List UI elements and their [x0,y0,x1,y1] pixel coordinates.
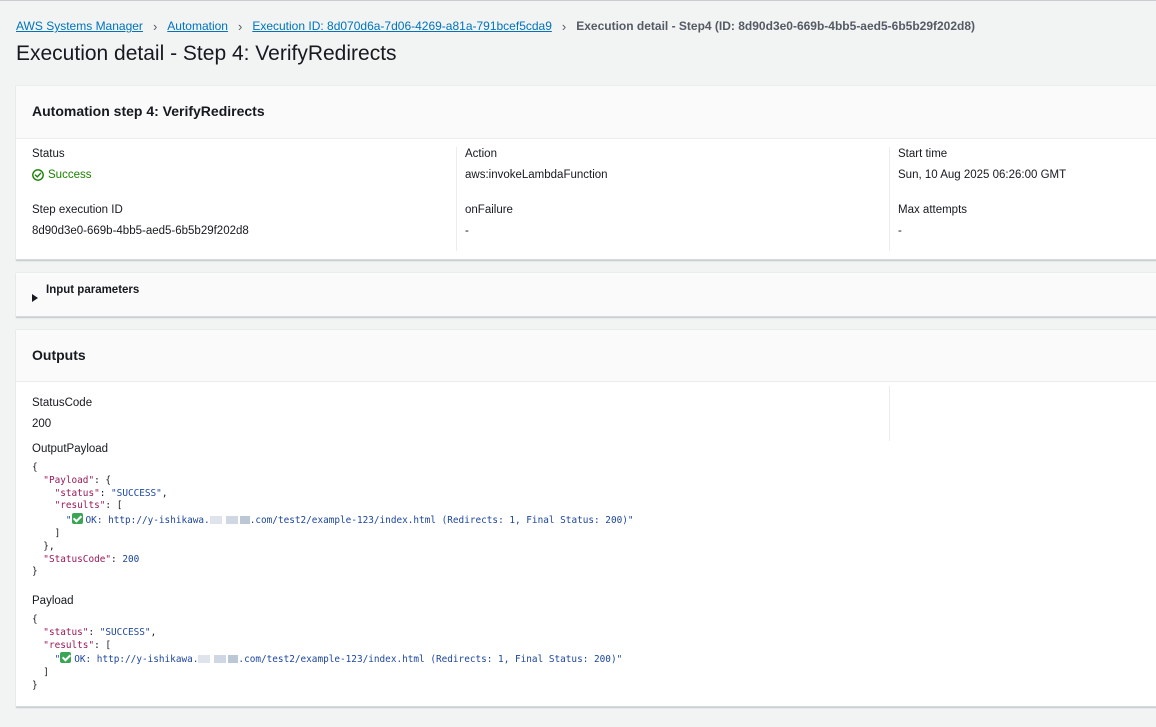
input-parameters-panel: Input parameters [16,272,1156,317]
check-mark-icon [71,513,83,525]
status-code-value: 200 [32,418,52,430]
details-column-2: Action aws:invokeLambdaFunction onFailur… [456,147,890,251]
status-code-label: StatusCode [32,397,93,409]
input-parameters-label: Input parameters [46,284,140,296]
start-time-label: Start time [898,148,948,160]
onfailure-value: - [465,225,469,237]
output-payload-block: OutputPayload [32,442,108,456]
chevron-right-icon: › [152,18,158,34]
output-payload-label: OutputPayload [32,443,109,455]
step-details-panel: Automation step 4: VerifyRedirects Statu… [16,85,1156,260]
breadcrumb: AWS Systems Manager › Automation › Execu… [16,18,975,34]
breadcrumb-link-automation[interactable]: Automation [167,19,228,33]
status-code-block: StatusCode 200 [32,396,92,431]
outputs-column-divider [889,386,890,441]
page-title: Execution detail - Step 4: VerifyRedirec… [16,42,397,65]
status-badge: Success [32,168,456,182]
status-value: Success [48,169,92,181]
redacted-text [209,516,250,525]
details-column-3: Start time Sun, 10 Aug 2025 06:26:00 GMT… [889,147,1156,251]
step-execution-id-label: Step execution ID [32,204,123,216]
action-label: Action [465,148,497,160]
step-details-header: Automation step 4: VerifyRedirects [16,86,1156,139]
output-payload-json: { "Payload": { "status": "SUCCESS", "res… [32,462,634,578]
check-mark-icon [60,652,72,664]
input-parameters-toggle[interactable]: Input parameters [32,284,139,302]
redacted-text [198,655,239,664]
breadcrumb-link-execution[interactable]: Execution ID: 8d070d6a-7d06-4269-a81a-79… [252,19,552,33]
outputs-header: Outputs [16,330,1156,382]
start-time-value: Sun, 10 Aug 2025 06:26:00 GMT [898,169,1067,181]
caret-right-icon [32,294,38,302]
details-column-1: Status Success Step execution ID 8d90d3e… [32,147,456,251]
outputs-panel: Outputs StatusCode 200 OutputPayload { "… [16,329,1156,707]
top-divider [0,0,1156,1]
chevron-right-icon: › [561,18,567,34]
max-attempts-label: Max attempts [898,204,968,216]
chevron-right-icon: › [237,18,243,34]
status-label: Status [32,148,65,160]
payload-label: Payload [32,595,74,607]
outputs-title: Outputs [32,347,86,363]
payload-json: { "status": "SUCCESS", "results": [ " OK:… [32,614,623,691]
max-attempts-value: - [898,225,902,237]
step-details-title: Automation step 4: VerifyRedirects [32,103,265,119]
onfailure-label: onFailure [465,204,513,216]
breadcrumb-current: Execution detail - Step4 (ID: 8d90d3e0-6… [576,19,976,33]
check-circle-icon [32,169,44,181]
payload-block: Payload [32,594,74,608]
step-execution-id-value: 8d90d3e0-669b-4bb5-aed5-6b5b29f202d8 [32,225,249,237]
action-value: aws:invokeLambdaFunction [465,169,608,181]
breadcrumb-link-systems-manager[interactable]: AWS Systems Manager [16,19,143,33]
